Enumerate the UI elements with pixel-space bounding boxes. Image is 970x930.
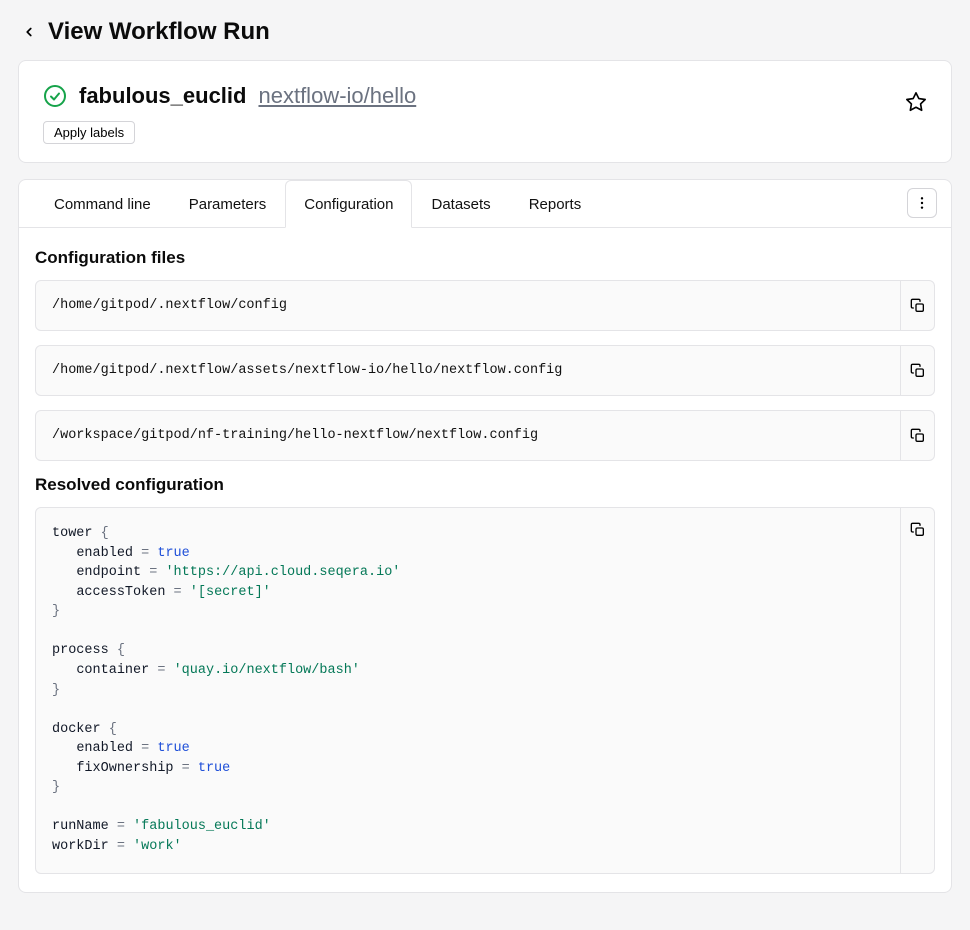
tab-command-line[interactable]: Command line [35, 180, 170, 228]
resolved-config-block: tower { enabled = true endpoint = 'https… [35, 507, 935, 874]
run-name: fabulous_euclid [79, 83, 246, 109]
tab-datasets[interactable]: Datasets [412, 180, 509, 228]
page-title: View Workflow Run [48, 18, 270, 46]
tab-reports[interactable]: Reports [510, 180, 601, 228]
copy-button[interactable] [900, 411, 934, 460]
star-button[interactable] [903, 89, 929, 115]
status-success-icon [43, 84, 67, 108]
apply-labels-button[interactable]: Apply labels [43, 121, 135, 144]
copy-button[interactable] [900, 508, 934, 873]
details-card: Command line Parameters Configuration Da… [18, 179, 952, 893]
repo-link[interactable]: nextflow-io/hello [258, 83, 416, 109]
config-file-row: /home/gitpod/.nextflow/config [35, 280, 935, 331]
resolved-config-code: tower { enabled = true endpoint = 'https… [36, 508, 900, 873]
resolved-config-title: Resolved configuration [35, 475, 935, 495]
tab-body: Configuration files /home/gitpod/.nextfl… [19, 228, 951, 892]
config-files-title: Configuration files [35, 248, 935, 268]
page-header: View Workflow Run [18, 18, 952, 46]
config-file-path: /workspace/gitpod/nf-training/hello-next… [36, 411, 900, 460]
tab-configuration[interactable]: Configuration [285, 180, 412, 228]
config-file-row: /home/gitpod/.nextflow/assets/nextflow-i… [35, 345, 935, 396]
config-file-path: /home/gitpod/.nextflow/config [36, 281, 900, 330]
tab-parameters[interactable]: Parameters [170, 180, 286, 228]
more-actions-button[interactable] [907, 188, 937, 218]
config-file-path: /home/gitpod/.nextflow/assets/nextflow-i… [36, 346, 900, 395]
back-chevron-icon[interactable] [18, 21, 40, 43]
tab-bar: Command line Parameters Configuration Da… [19, 180, 951, 228]
run-summary-card: fabulous_euclid nextflow-io/hello Apply … [18, 60, 952, 163]
config-file-row: /workspace/gitpod/nf-training/hello-next… [35, 410, 935, 461]
copy-button[interactable] [900, 281, 934, 330]
copy-button[interactable] [900, 346, 934, 395]
